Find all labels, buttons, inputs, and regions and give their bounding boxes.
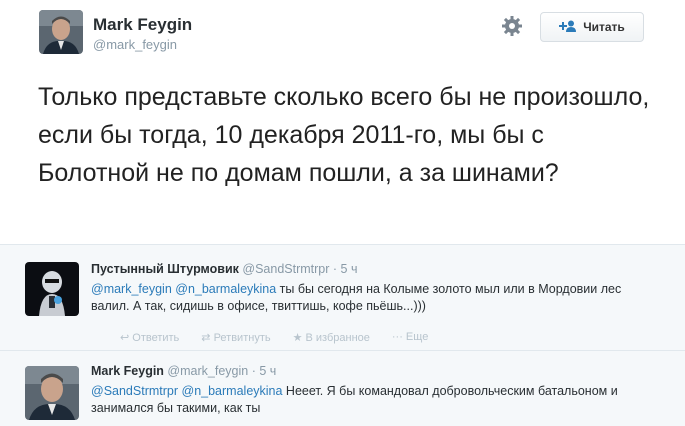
reply-header: Mark Feygin @mark_feygin · 5 ч — [91, 364, 276, 378]
reply-avatar[interactable] — [25, 262, 79, 316]
favorite-action[interactable]: ★ В избранное — [293, 331, 370, 344]
reply-text: @SandStrmtrpr @n_barmaleykina Нееет. Я б… — [91, 383, 651, 417]
reply-author-name[interactable]: Пустынный Штурмовик — [91, 262, 239, 276]
mention-link[interactable]: @n_barmaleykina — [182, 384, 283, 398]
more-action[interactable]: ··· Еще — [392, 331, 428, 344]
gear-icon[interactable] — [499, 13, 525, 39]
reply-avatar[interactable] — [25, 366, 79, 420]
reply-tweet: Mark Feygin @mark_feygin · 5 ч @SandStrm… — [0, 350, 685, 426]
author-name[interactable]: Mark Feygin — [93, 15, 192, 35]
reply-author-name[interactable]: Mark Feygin — [91, 364, 164, 378]
reply-timestamp[interactable]: · 5 ч — [333, 262, 358, 276]
retweet-action[interactable]: ⇄ Ретвитнуть — [201, 331, 270, 344]
reply-author-handle[interactable]: @mark_feygin — [167, 364, 248, 378]
tweet-actions: ↩ Ответить ⇄ Ретвитнуть ★ В избранное ··… — [120, 331, 428, 344]
reply-text: @mark_feygin @n_barmaleykina ты бы сегод… — [91, 281, 651, 315]
add-user-icon — [559, 20, 577, 35]
mention-link[interactable]: @SandStrmtrpr — [91, 384, 178, 398]
reply-action[interactable]: ↩ Ответить — [120, 331, 179, 344]
follow-label: Читать — [583, 20, 625, 34]
mention-link[interactable]: @n_barmaleykina — [175, 282, 276, 296]
main-tweet: Mark Feygin @mark_feygin Читать Только п… — [0, 0, 685, 244]
mention-link[interactable]: @mark_feygin — [91, 282, 172, 296]
follow-button[interactable]: Читать — [540, 12, 644, 42]
reply-author-handle[interactable]: @SandStrmtrpr — [242, 262, 329, 276]
reply-timestamp[interactable]: · 5 ч — [252, 364, 277, 378]
author-handle[interactable]: @mark_feygin — [93, 37, 177, 52]
reply-tweet: Пустынный Штурмовик @SandStrmtrpr · 5 ч … — [0, 244, 685, 350]
author-avatar[interactable] — [39, 10, 83, 54]
tweet-text: Только представьте сколько всего бы не п… — [38, 83, 650, 187]
reply-header: Пустынный Штурмовик @SandStrmtrpr · 5 ч — [91, 262, 357, 276]
